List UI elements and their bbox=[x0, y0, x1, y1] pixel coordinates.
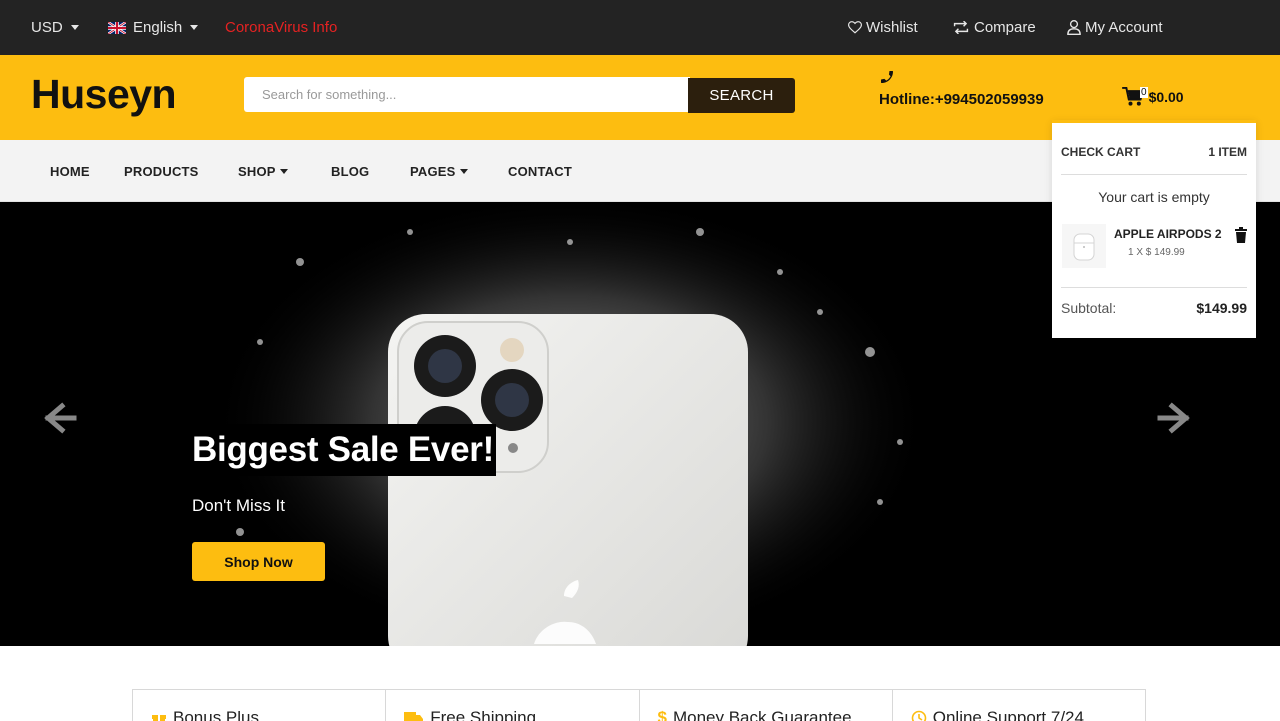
nav-blog[interactable]: BLOG bbox=[331, 140, 369, 202]
cart-product-quantity: 1 X $ 149.99 bbox=[1128, 247, 1185, 258]
nav-pages[interactable]: PAGES bbox=[410, 140, 468, 202]
coronavirus-info-link[interactable]: CoronaVirus Info bbox=[225, 0, 337, 55]
cart-dropdown-header: CHECK CART 1 ITEM bbox=[1061, 145, 1247, 175]
cart-count-badge: 0 bbox=[1140, 86, 1148, 98]
feature-label: Bonus Plus bbox=[173, 708, 259, 721]
airpods-product-image[interactable] bbox=[1062, 224, 1106, 268]
compare-label: Compare bbox=[974, 19, 1036, 36]
slider-next-arrow-icon[interactable] bbox=[1156, 400, 1192, 436]
account-label: My Account bbox=[1085, 19, 1163, 36]
wishlist-label: Wishlist bbox=[866, 19, 918, 36]
nav-pages-label: PAGES bbox=[410, 163, 456, 179]
language-label: English bbox=[133, 19, 183, 36]
cart-item-count: 1 ITEM bbox=[1208, 145, 1247, 159]
search-input[interactable] bbox=[244, 77, 690, 112]
search-button[interactable]: SEARCH bbox=[688, 78, 795, 113]
feature-label: Online Support 7/24 bbox=[932, 708, 1084, 721]
heart-icon bbox=[848, 21, 862, 34]
nav-home[interactable]: HOME bbox=[50, 140, 90, 202]
currency-label: USD bbox=[31, 19, 63, 36]
nav-contact[interactable]: CONTACT bbox=[508, 140, 572, 202]
feature-label: Free Shipping bbox=[430, 708, 537, 721]
hero-subtitle: Don't Miss It bbox=[192, 496, 285, 515]
site-logo[interactable]: Huseyn bbox=[31, 71, 177, 118]
nav-shop-label: SHOP bbox=[238, 163, 276, 179]
nav-products[interactable]: PRODUCTS bbox=[124, 140, 199, 202]
compare-link[interactable]: Compare bbox=[952, 0, 1036, 55]
uk-flag-icon bbox=[108, 21, 126, 34]
feature-online-support: Online Support 7/24 bbox=[893, 690, 1145, 721]
chevron-down-icon bbox=[279, 168, 288, 174]
dollar-icon: $ bbox=[657, 708, 667, 721]
check-cart-link[interactable]: CHECK CART bbox=[1061, 145, 1140, 159]
chevron-down-icon bbox=[70, 25, 79, 30]
slider-prev-arrow-icon[interactable] bbox=[42, 400, 78, 436]
nav-shop[interactable]: SHOP bbox=[238, 140, 288, 202]
clock-icon bbox=[911, 710, 927, 721]
cart-dropdown: CHECK CART 1 ITEM Your cart is empty APP… bbox=[1052, 120, 1256, 338]
cart-total: $0.00 bbox=[1148, 89, 1184, 105]
top-bar: USD English CoronaVirus Info Wishlist Co… bbox=[0, 0, 1280, 55]
feature-label: Money Back Guarantee bbox=[672, 708, 852, 721]
user-icon bbox=[1067, 20, 1081, 35]
shop-now-button[interactable]: Shop Now bbox=[192, 542, 325, 581]
trash-icon[interactable] bbox=[1234, 227, 1248, 243]
cart-product-name[interactable]: APPLE AIRPODS 2 bbox=[1114, 227, 1222, 241]
wishlist-link[interactable]: Wishlist bbox=[848, 0, 918, 55]
my-account-link[interactable]: My Account bbox=[1067, 0, 1163, 55]
subtotal-label: Subtotal: bbox=[1061, 300, 1117, 316]
phone-icon bbox=[881, 71, 893, 83]
feature-bonus-plus: Bonus Plus bbox=[133, 690, 387, 721]
chevron-down-icon bbox=[190, 25, 199, 30]
compare-icon bbox=[953, 21, 969, 34]
cart-subtotal-row: Subtotal: $149.99 bbox=[1061, 287, 1247, 316]
hotline-text: Hotline:+994502059939 bbox=[879, 91, 1044, 108]
hotline: Hotline:+994502059939 bbox=[879, 69, 1044, 108]
subtotal-value: $149.99 bbox=[1196, 300, 1247, 316]
hero-title: Biggest Sale Ever! bbox=[191, 424, 496, 476]
truck-icon bbox=[404, 712, 424, 721]
currency-selector[interactable]: USD bbox=[31, 0, 79, 55]
feature-free-shipping: Free Shipping bbox=[386, 690, 640, 721]
feature-money-back: $ Money Back Guarantee bbox=[640, 690, 893, 721]
features-strip: Bonus Plus Free Shipping $ Money Back Gu… bbox=[132, 689, 1146, 721]
header-cart[interactable]: 0 $0.00 bbox=[1122, 86, 1184, 107]
language-selector[interactable]: English bbox=[108, 0, 199, 55]
chevron-down-icon bbox=[459, 168, 468, 174]
cart-empty-message: Your cart is empty bbox=[1098, 189, 1210, 205]
gift-icon bbox=[152, 715, 166, 721]
